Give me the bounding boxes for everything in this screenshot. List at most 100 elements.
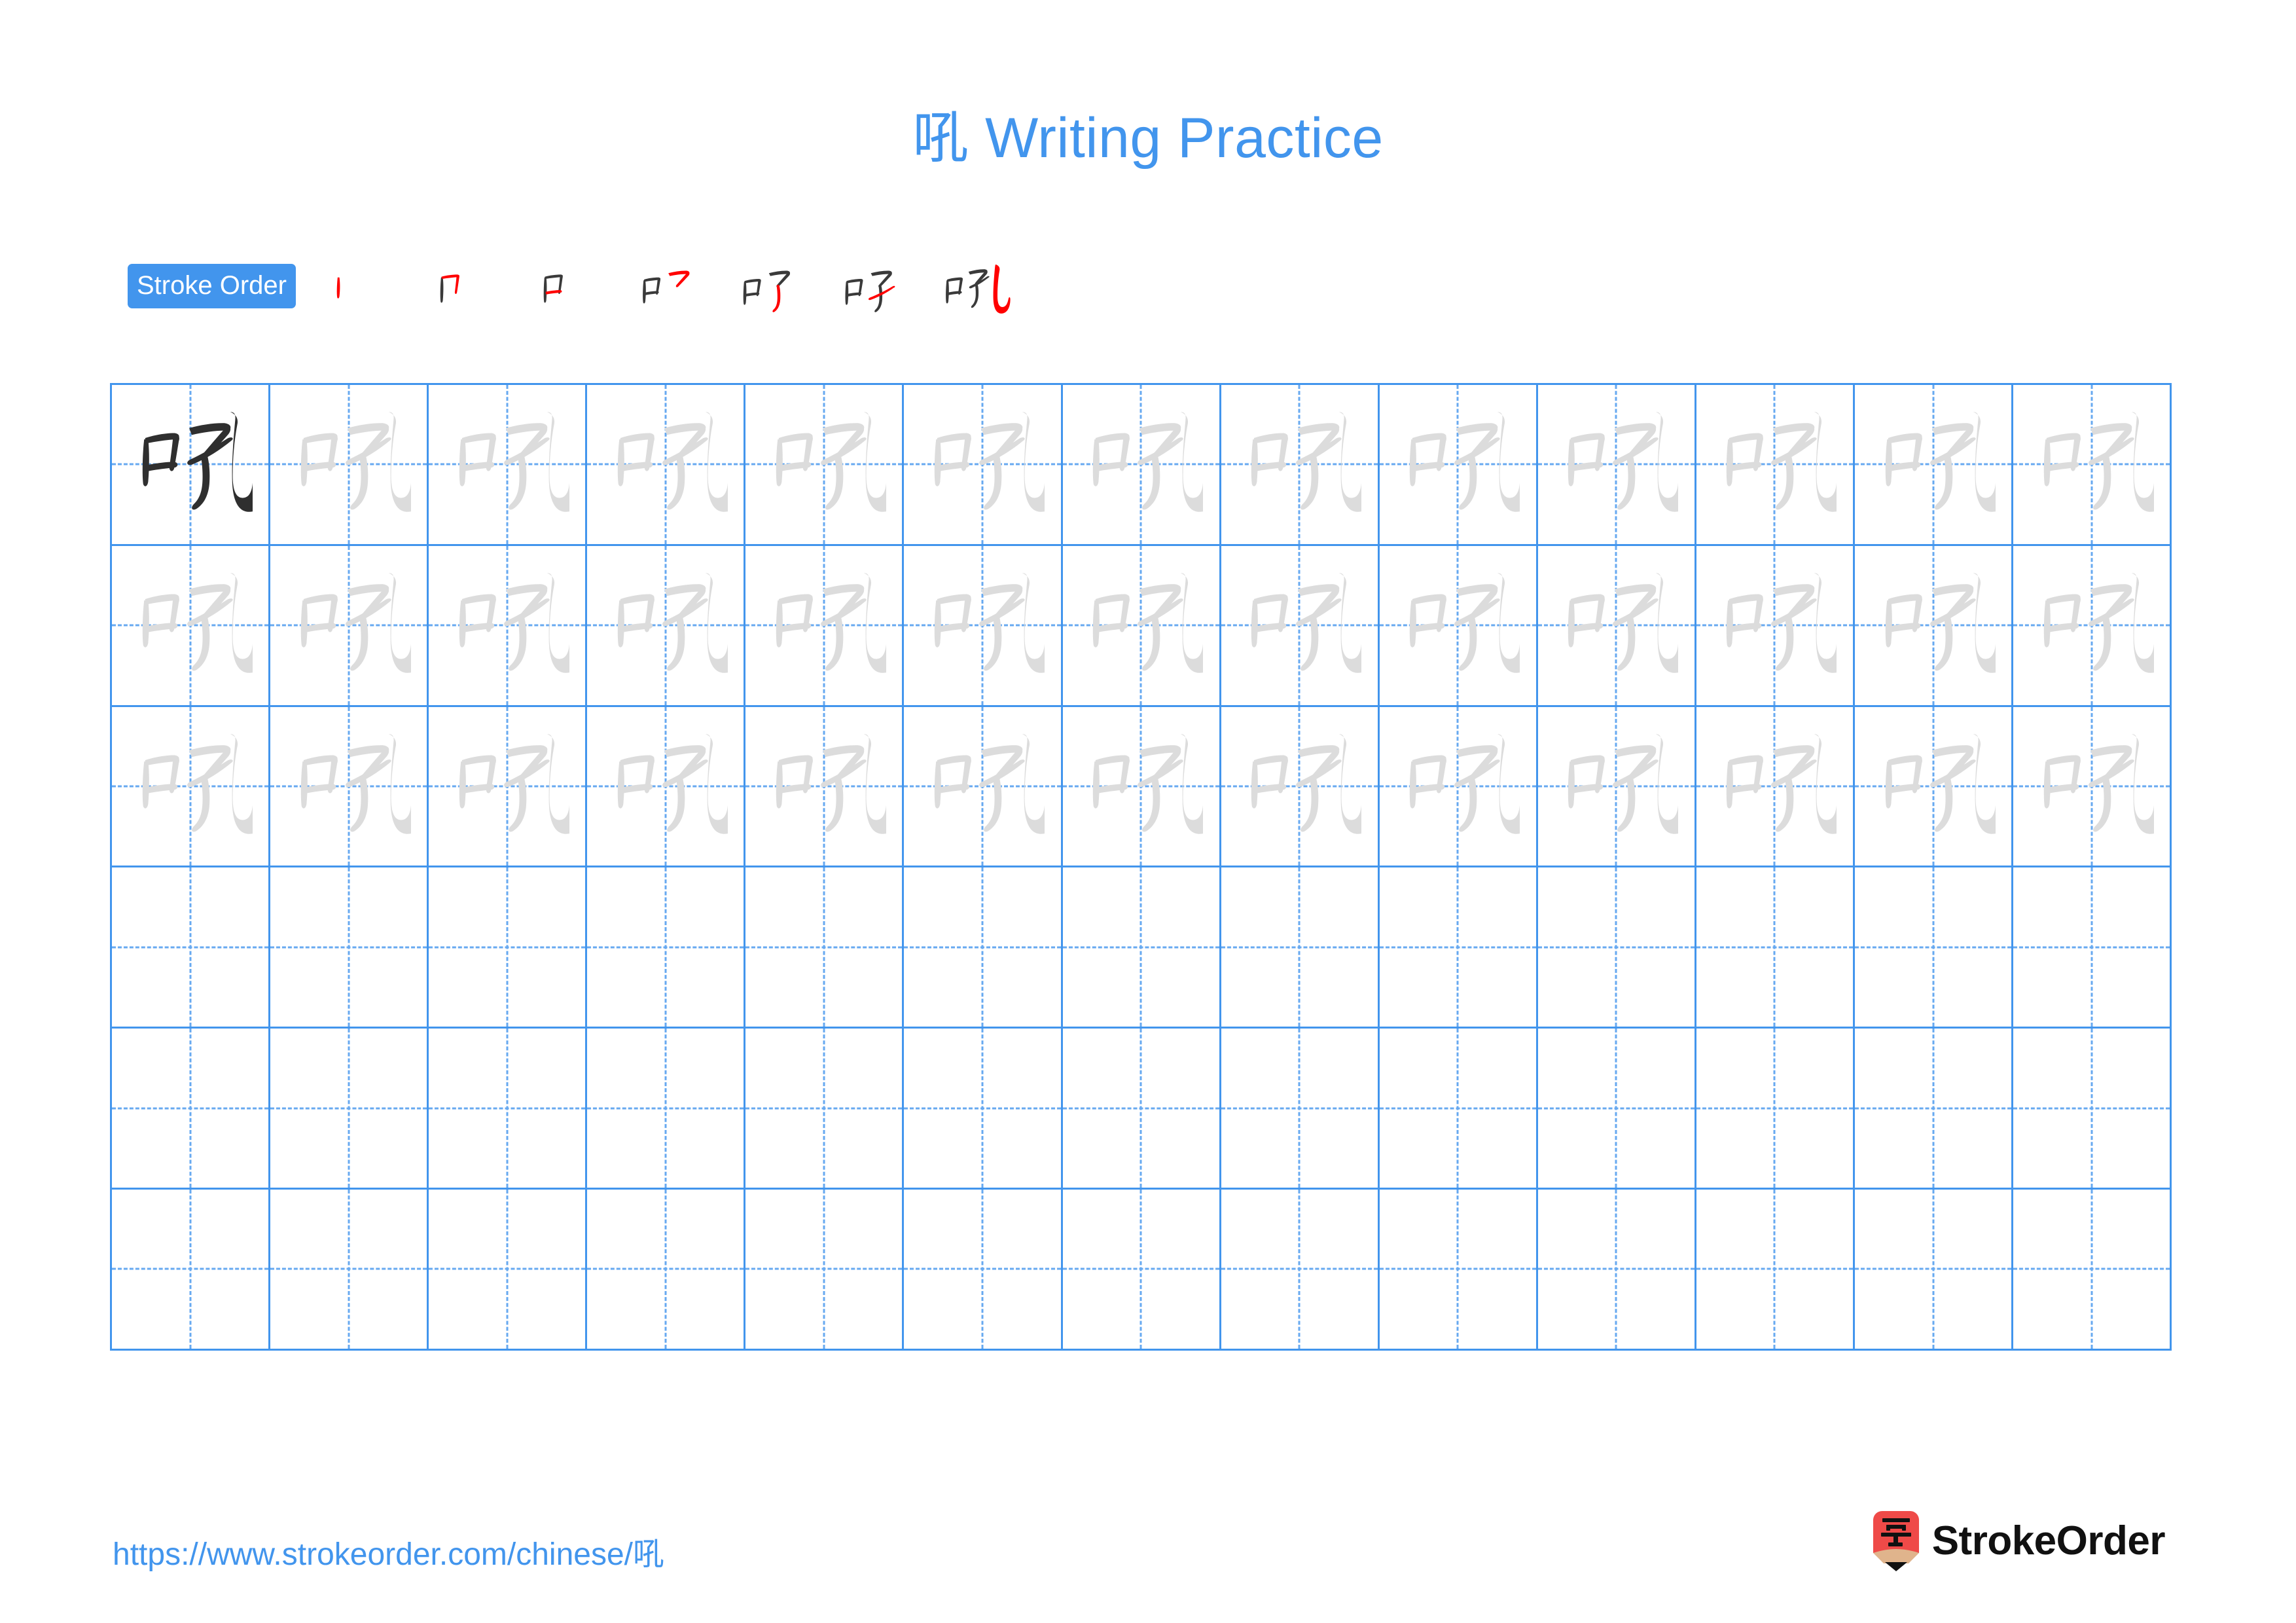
tracing-character <box>1697 708 1852 865</box>
practice-cell[interactable] <box>427 1187 588 1351</box>
practice-cell[interactable] <box>427 704 588 868</box>
practice-cell[interactable] <box>1377 543 1538 707</box>
practice-cell[interactable] <box>1694 1027 1856 1190</box>
practice-cell[interactable] <box>1853 704 2014 868</box>
practice-cell[interactable] <box>1060 704 1221 868</box>
practice-cell[interactable] <box>744 383 905 546</box>
practice-cell[interactable] <box>902 1027 1063 1190</box>
tracing-character <box>905 547 1060 704</box>
practice-cell[interactable] <box>1377 704 1538 868</box>
practice-cell[interactable] <box>268 1027 429 1190</box>
stroke-step-1 <box>305 250 408 322</box>
practice-cell[interactable] <box>585 383 746 546</box>
practice-cell[interactable] <box>1694 704 1856 868</box>
practice-cell[interactable] <box>268 866 429 1029</box>
practice-cell[interactable] <box>2011 704 2172 868</box>
practice-cell[interactable] <box>1060 383 1221 546</box>
practice-cell[interactable] <box>1853 383 2014 546</box>
practice-cell[interactable] <box>2011 543 2172 707</box>
tracing-character <box>905 386 1060 543</box>
practice-cell[interactable] <box>1377 383 1538 546</box>
practice-cell[interactable] <box>902 866 1063 1029</box>
practice-cell[interactable] <box>427 383 588 546</box>
practice-cell[interactable] <box>1535 866 1696 1029</box>
practice-cell[interactable] <box>1060 543 1221 707</box>
practice-cell[interactable] <box>2011 866 2172 1029</box>
practice-cell[interactable] <box>1853 543 2014 707</box>
practice-cell[interactable] <box>1219 1027 1380 1190</box>
practice-cell[interactable] <box>1377 1027 1538 1190</box>
practice-cell[interactable] <box>1535 383 1696 546</box>
model-character <box>113 386 268 543</box>
practice-cell[interactable] <box>902 543 1063 707</box>
practice-cell[interactable] <box>109 1027 271 1190</box>
practice-cell[interactable] <box>744 543 905 707</box>
practice-cell[interactable] <box>1060 1187 1221 1351</box>
practice-cell[interactable] <box>268 383 429 546</box>
practice-cell[interactable] <box>744 1027 905 1190</box>
practice-cell[interactable] <box>268 543 429 707</box>
practice-cell[interactable] <box>1377 866 1538 1029</box>
practice-cell[interactable] <box>109 383 271 546</box>
practice-cell[interactable] <box>744 704 905 868</box>
practice-cell[interactable] <box>109 1187 271 1351</box>
practice-cell[interactable] <box>1853 1187 2014 1351</box>
tracing-character <box>113 547 268 704</box>
practice-cell[interactable] <box>1853 866 2014 1029</box>
practice-cell[interactable] <box>1694 1187 1856 1351</box>
tracing-character <box>1380 708 1535 865</box>
practice-cell[interactable] <box>1535 1027 1696 1190</box>
practice-cell[interactable] <box>585 704 746 868</box>
practice-cell[interactable] <box>1060 1027 1221 1190</box>
practice-cell[interactable] <box>1219 543 1380 707</box>
tracing-character <box>1539 386 1693 543</box>
practice-cell[interactable] <box>2011 1187 2172 1351</box>
practice-cell[interactable] <box>585 1187 746 1351</box>
tracing-character <box>2015 547 2169 704</box>
practice-cell[interactable] <box>1694 383 1856 546</box>
practice-cell[interactable] <box>2011 383 2172 546</box>
practice-cell[interactable] <box>744 866 905 1029</box>
practice-cell[interactable] <box>427 543 588 707</box>
practice-cell[interactable] <box>902 383 1063 546</box>
tracing-character <box>430 386 584 543</box>
practice-grid-row <box>109 383 2172 546</box>
practice-cell[interactable] <box>1060 866 1221 1029</box>
practice-cell[interactable] <box>902 1187 1063 1351</box>
source-url-link[interactable]: https://www.strokeorder.com/chinese/吼 <box>113 1537 664 1573</box>
practice-cell[interactable] <box>2011 1027 2172 1190</box>
tracing-character <box>1697 547 1852 704</box>
practice-cell[interactable] <box>585 866 746 1029</box>
stroke-step-7 <box>925 250 1029 322</box>
practice-cell[interactable] <box>1694 866 1856 1029</box>
practice-cell[interactable] <box>902 704 1063 868</box>
practice-grid-row <box>109 704 2172 868</box>
practice-cell[interactable] <box>1219 704 1380 868</box>
pencil-icon <box>1872 1511 1920 1571</box>
practice-cell[interactable] <box>1535 1187 1696 1351</box>
practice-cell[interactable] <box>585 543 746 707</box>
practice-cell[interactable] <box>268 704 429 868</box>
practice-cell[interactable] <box>585 1027 746 1190</box>
practice-cell[interactable] <box>1853 1027 2014 1190</box>
practice-cell[interactable] <box>1535 704 1696 868</box>
tracing-character <box>1064 386 1218 543</box>
practice-cell[interactable] <box>1535 543 1696 707</box>
practice-cell[interactable] <box>1377 1187 1538 1351</box>
practice-cell[interactable] <box>109 704 271 868</box>
practice-cell[interactable] <box>744 1187 905 1351</box>
practice-cell[interactable] <box>427 866 588 1029</box>
practice-cell[interactable] <box>1219 866 1380 1029</box>
practice-cell[interactable] <box>109 866 271 1029</box>
practice-cell[interactable] <box>109 543 271 707</box>
practice-cell[interactable] <box>427 1027 588 1190</box>
practice-cell[interactable] <box>1219 383 1380 546</box>
practice-cell[interactable] <box>1219 1187 1380 1351</box>
tracing-character <box>2015 386 2169 543</box>
tracing-character <box>1539 547 1693 704</box>
practice-cell[interactable] <box>268 1187 429 1351</box>
practice-cell[interactable] <box>1694 543 1856 707</box>
stroke-step-5 <box>719 250 822 322</box>
tracing-character <box>747 386 901 543</box>
tracing-character <box>905 708 1060 865</box>
